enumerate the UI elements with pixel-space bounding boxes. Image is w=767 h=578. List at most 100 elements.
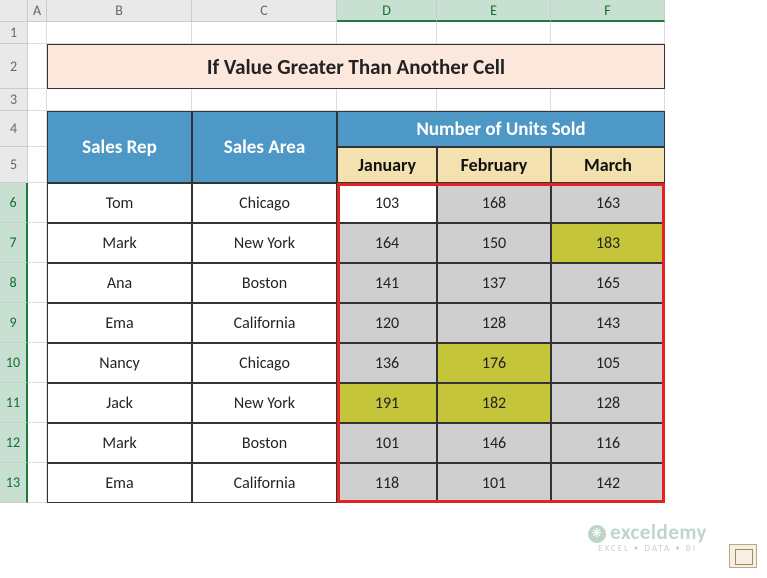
cell-A3[interactable]	[28, 89, 47, 111]
cell-area-r12[interactable]: Boston	[192, 423, 337, 463]
cell-val-r6-c0[interactable]: 103	[337, 183, 437, 223]
cell-A4[interactable]	[28, 111, 47, 147]
cell-val-r9-c1[interactable]: 128	[437, 303, 551, 343]
col-header-F[interactable]: F	[551, 0, 665, 22]
cell-area-r11[interactable]: New York	[192, 383, 337, 423]
row-header-13[interactable]: 13	[0, 463, 28, 503]
cell-rep-r11[interactable]: Jack	[47, 383, 192, 423]
row-header-3[interactable]: 3	[0, 89, 28, 111]
cell-rep-r6[interactable]: Tom	[47, 183, 192, 223]
row-header-2[interactable]: 2	[0, 44, 28, 89]
cell-E3[interactable]	[437, 89, 551, 111]
row-header-8[interactable]: 8	[0, 263, 28, 303]
cell-A5[interactable]	[28, 147, 47, 183]
cell-A10[interactable]	[28, 343, 47, 383]
cell-rep-r13[interactable]: Ema	[47, 463, 192, 503]
cell-val-r13-c0[interactable]: 118	[337, 463, 437, 503]
cell-val-r10-c0[interactable]: 136	[337, 343, 437, 383]
cell-val-r10-c2[interactable]: 105	[551, 343, 665, 383]
header-units-sold[interactable]: Number of Units Sold	[337, 111, 665, 147]
cell-val-r8-c0[interactable]: 141	[337, 263, 437, 303]
cell-D3[interactable]	[337, 89, 437, 111]
cell-val-r13-c1[interactable]: 101	[437, 463, 551, 503]
cell-val-r7-c0[interactable]: 164	[337, 223, 437, 263]
cell-E1[interactable]	[437, 22, 551, 44]
row-header-10[interactable]: 10	[0, 343, 28, 383]
column-headers: ABCDEF	[28, 0, 665, 22]
cell-val-r12-c2[interactable]: 116	[551, 423, 665, 463]
cell-A6[interactable]	[28, 183, 47, 223]
cell-val-r7-c2[interactable]: 183	[551, 223, 665, 263]
cell-B1[interactable]	[47, 22, 192, 44]
cell-val-r12-c1[interactable]: 146	[437, 423, 551, 463]
header-month-january[interactable]: January	[337, 147, 437, 183]
cell-C3[interactable]	[192, 89, 337, 111]
row-header-1[interactable]: 1	[0, 22, 28, 44]
select-all-corner[interactable]	[0, 0, 28, 22]
row-header-11[interactable]: 11	[0, 383, 28, 423]
cell-area-r13[interactable]: California	[192, 463, 337, 503]
cell-val-r6-c1[interactable]: 168	[437, 183, 551, 223]
cell-area-r6[interactable]: Chicago	[192, 183, 337, 223]
watermark: ✳exceldemy EXCEL • DATA • BI	[588, 519, 707, 554]
header-sales-rep[interactable]	[47, 147, 192, 183]
watermark-brand: exceldemy	[610, 519, 707, 545]
cell-rep-r7[interactable]: Mark	[47, 223, 192, 263]
cell-val-r11-c1[interactable]: 182	[437, 383, 551, 423]
cell-val-r10-c1[interactable]: 176	[437, 343, 551, 383]
cell-val-r9-c0[interactable]: 120	[337, 303, 437, 343]
cell-A2[interactable]	[28, 44, 47, 89]
col-header-B[interactable]: B	[47, 0, 192, 22]
cell-rep-r12[interactable]: Mark	[47, 423, 192, 463]
header-month-march[interactable]: March	[551, 147, 665, 183]
cell-A9[interactable]	[28, 303, 47, 343]
cell-C1[interactable]	[192, 22, 337, 44]
cell-rep-r9[interactable]: Ema	[47, 303, 192, 343]
cell-val-r13-c2[interactable]: 142	[551, 463, 665, 503]
cell-A13[interactable]	[28, 463, 47, 503]
watermark-icon: ✳	[588, 525, 606, 543]
row-header-12[interactable]: 12	[0, 423, 28, 463]
header-month-february[interactable]: February	[437, 147, 551, 183]
title-cell[interactable]: If Value Greater Than Another Cell	[47, 44, 665, 89]
cell-F1[interactable]	[551, 22, 665, 44]
cell-val-r12-c0[interactable]: 101	[337, 423, 437, 463]
cell-val-r11-c0[interactable]: 191	[337, 383, 437, 423]
cell-A12[interactable]	[28, 423, 47, 463]
cell-val-r7-c1[interactable]: 150	[437, 223, 551, 263]
header-sales-area-top[interactable]	[192, 111, 337, 147]
row-header-5[interactable]: 5	[0, 147, 28, 183]
row-header-4[interactable]: 4	[0, 111, 28, 147]
cell-val-r9-c2[interactable]: 143	[551, 303, 665, 343]
cell-area-r9[interactable]: California	[192, 303, 337, 343]
row-header-7[interactable]: 7	[0, 223, 28, 263]
page-layout-icon[interactable]	[729, 544, 757, 568]
col-header-C[interactable]: C	[192, 0, 337, 22]
header-sales-rep-top[interactable]	[47, 111, 192, 147]
cell-rep-r10[interactable]: Nancy	[47, 343, 192, 383]
header-sales-area[interactable]	[192, 147, 337, 183]
row-header-9[interactable]: 9	[0, 303, 28, 343]
cell-area-r10[interactable]: Chicago	[192, 343, 337, 383]
col-header-A[interactable]: A	[28, 0, 47, 22]
row-headers: 12345678910111213	[0, 22, 28, 503]
cell-A8[interactable]	[28, 263, 47, 303]
cell-A1[interactable]	[28, 22, 47, 44]
cell-D1[interactable]	[337, 22, 437, 44]
cell-area-r7[interactable]: New York	[192, 223, 337, 263]
col-header-E[interactable]: E	[437, 0, 551, 22]
cell-val-r8-c2[interactable]: 165	[551, 263, 665, 303]
col-header-D[interactable]: D	[337, 0, 437, 22]
cell-val-r11-c2[interactable]: 128	[551, 383, 665, 423]
cell-grid: If Value Greater Than Another Cell Number…	[28, 22, 665, 503]
cell-B3[interactable]	[47, 89, 192, 111]
cell-A7[interactable]	[28, 223, 47, 263]
cell-area-r8[interactable]: Boston	[192, 263, 337, 303]
cell-F3[interactable]	[551, 89, 665, 111]
cell-val-r6-c2[interactable]: 163	[551, 183, 665, 223]
cell-val-r8-c1[interactable]: 137	[437, 263, 551, 303]
cell-rep-r8[interactable]: Ana	[47, 263, 192, 303]
watermark-tagline: EXCEL • DATA • BI	[588, 543, 707, 554]
cell-A11[interactable]	[28, 383, 47, 423]
row-header-6[interactable]: 6	[0, 183, 28, 223]
